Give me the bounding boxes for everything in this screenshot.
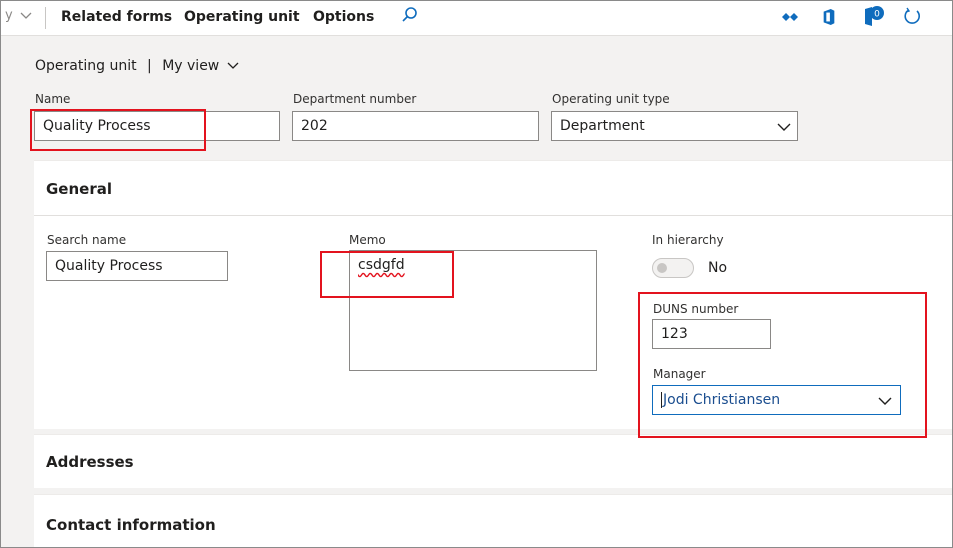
duns-number-field[interactable]: 123 <box>652 319 771 349</box>
general-header[interactable]: General <box>34 161 952 216</box>
page-header: Operating unit | My view <box>35 58 239 74</box>
contact-information-title: Contact information <box>46 516 216 534</box>
form-content: Operating unit | My view Name Quality Pr… <box>1 36 952 547</box>
truncated-menu-text: y <box>5 8 32 23</box>
badge-icon[interactable]: 0 <box>863 6 885 28</box>
in-hierarchy-toggle[interactable] <box>652 258 694 278</box>
operating-unit-type-select[interactable]: Department <box>551 111 798 141</box>
contact-information-section[interactable]: Contact information <box>34 494 952 547</box>
header-separator: | <box>147 58 152 74</box>
in-hierarchy-label: In hierarchy <box>652 233 724 247</box>
memo-text: csdgfd <box>358 257 405 273</box>
view-selector[interactable]: My view <box>162 58 239 74</box>
manager-label: Manager <box>653 367 706 381</box>
operating-unit-type-label: Operating unit type <box>552 92 670 106</box>
name-label: Name <box>35 92 71 106</box>
department-number-field[interactable]: 202 <box>292 111 539 141</box>
action-toolbar: y Related forms Operating unit Options 0 <box>1 1 952 36</box>
manager-select[interactable]: Jodi Christiansen <box>652 385 901 415</box>
memo-label: Memo <box>349 233 386 247</box>
related-forms-menu[interactable]: Related forms <box>61 9 172 25</box>
window-frame: y Related forms Operating unit Options 0 <box>0 0 953 548</box>
name-field[interactable]: Quality Process <box>34 111 280 141</box>
department-number-label: Department number <box>293 92 417 106</box>
toolbar-divider <box>45 7 46 29</box>
options-menu[interactable]: Options <box>313 9 374 25</box>
in-hierarchy-value: No <box>708 260 728 276</box>
memo-field[interactable]: csdgfd <box>349 250 597 371</box>
search-name-label: Search name <box>47 233 127 247</box>
office-icon[interactable] <box>821 9 837 25</box>
page-title: Operating unit <box>35 58 137 74</box>
chevron-down-icon[interactable] <box>20 12 32 20</box>
refresh-icon[interactable] <box>902 7 922 27</box>
addresses-title: Addresses <box>46 453 134 471</box>
badge-count: 0 <box>874 10 880 20</box>
chevron-down-icon[interactable] <box>777 123 791 132</box>
chevron-down-icon <box>227 62 239 69</box>
duns-number-label: DUNS number <box>653 302 739 316</box>
general-section: General Search name Quality Process Memo… <box>34 160 952 429</box>
operating-unit-menu[interactable]: Operating unit <box>184 9 300 25</box>
chevron-down-icon[interactable] <box>878 397 892 406</box>
search-name-field[interactable]: Quality Process <box>46 251 228 281</box>
general-title: General <box>46 180 112 198</box>
search-icon[interactable] <box>401 6 419 24</box>
diamond-icon[interactable] <box>782 11 798 27</box>
addresses-section[interactable]: Addresses <box>34 434 952 488</box>
